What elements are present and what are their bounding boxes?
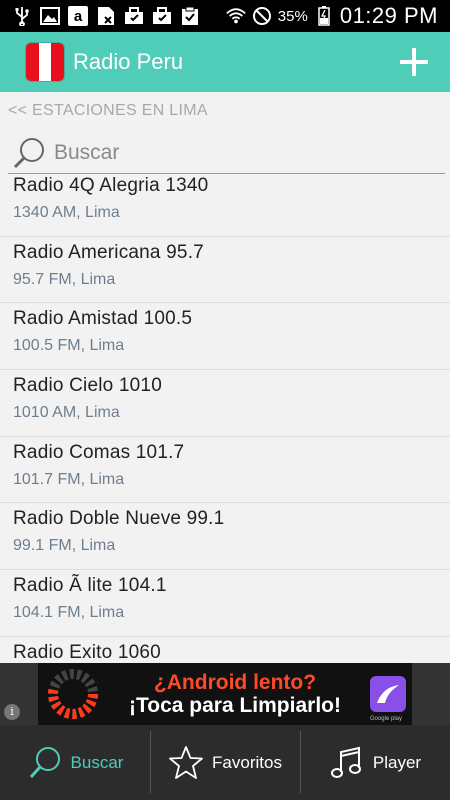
- music-note-icon: [330, 746, 361, 778]
- clock: 01:29 PM: [339, 3, 438, 28]
- station-row[interactable]: Radio Amistad 100.5 100.5 FM, Lima: [0, 303, 450, 371]
- briefcase-icon: [124, 6, 144, 26]
- ad-bar: i ¿Android lento? ¡Toca para Limpiarlo! …: [0, 663, 450, 725]
- station-name: Radio Exito 1060: [13, 641, 161, 663]
- station-name: Radio Amistad 100.5: [13, 308, 193, 330]
- station-detail: 99.1 FM, Lima: [13, 537, 116, 555]
- station-row[interactable]: Radio Doble Nueve 99.1 99.1 FM, Lima: [0, 503, 450, 571]
- station-detail: 1340 AM, Lima: [13, 204, 120, 221]
- station-detail: 100.5 FM, Lima: [13, 337, 125, 355]
- tab-label: Buscar: [70, 752, 124, 772]
- briefcase-icon: [152, 6, 172, 26]
- clipboard-check-icon: [180, 6, 200, 26]
- add-button[interactable]: [400, 48, 428, 76]
- tab-buscar[interactable]: Buscar: [0, 725, 150, 800]
- star-icon: [169, 745, 203, 779]
- breadcrumb-back-link[interactable]: << ESTACIONES EN LIMA: [8, 102, 208, 120]
- tab-favoritos[interactable]: Favoritos: [150, 725, 300, 800]
- cleaner-ring-icon: [48, 669, 98, 719]
- station-detail: 95.7 FM, Lima: [13, 270, 116, 288]
- station-detail: 101.7 FM, Lima: [13, 470, 125, 488]
- image-icon: [40, 6, 60, 26]
- bottom-nav: Buscar Favoritos Player: [0, 725, 450, 800]
- station-name: Radio Cielo 1010: [13, 375, 162, 397]
- battery-icon: [314, 6, 334, 26]
- tab-label: Favoritos: [212, 752, 282, 772]
- app-logo-icon: [370, 676, 406, 712]
- station-name: Radio Comas 101.7: [13, 441, 185, 463]
- svg-text:a: a: [74, 8, 83, 25]
- station-list[interactable]: Radio 4Q Alegria 1340 1340 AM, Lima Radi…: [0, 174, 450, 663]
- wifi-icon: [226, 6, 246, 26]
- search-icon: [29, 746, 60, 778]
- search-bar: [8, 132, 445, 174]
- station-name: Radio Americana 95.7: [13, 241, 204, 263]
- usb-icon: [12, 6, 32, 26]
- station-row[interactable]: Radio Cielo 1010 1010 AM, Lima: [0, 370, 450, 437]
- status-bar: a 35% 01:29 PM: [0, 0, 450, 32]
- app-bar: Radio Peru: [0, 32, 450, 92]
- station-name: Radio Ã lite 104.1: [13, 575, 167, 597]
- no-entry-icon: [252, 6, 272, 26]
- station-row[interactable]: Radio Americana 95.7 95.7 FM, Lima: [0, 237, 450, 304]
- tab-player[interactable]: Player: [300, 725, 450, 800]
- google-play-badge: Google play: [369, 716, 402, 722]
- note-icon: [96, 6, 116, 26]
- ad-headline: ¿Android lento?: [153, 670, 317, 694]
- station-row[interactable]: Radio Exito 1060: [0, 637, 450, 663]
- station-detail: 1010 AM, Lima: [13, 404, 120, 422]
- search-input[interactable]: [54, 140, 414, 165]
- amazon-icon: a: [68, 6, 88, 26]
- station-row[interactable]: Radio 4Q Alegria 1340 1340 AM, Lima: [0, 174, 450, 237]
- search-icon: [13, 137, 44, 168]
- peru-flag-icon: [25, 42, 65, 82]
- battery-percent: 35%: [277, 7, 308, 25]
- station-name: Radio Doble Nueve 99.1: [13, 508, 225, 530]
- ad-subheadline: ¡Toca para Limpiarlo!: [129, 694, 341, 717]
- station-row[interactable]: Radio Comas 101.7 101.7 FM, Lima: [0, 437, 450, 504]
- ad-banner[interactable]: ¿Android lento? ¡Toca para Limpiarlo! Go…: [38, 663, 412, 725]
- station-name: Radio 4Q Alegria 1340: [13, 175, 209, 196]
- station-detail: 104.1 FM, Lima: [13, 604, 125, 622]
- app-title: Radio Peru: [73, 49, 184, 74]
- station-row[interactable]: Radio Ã lite 104.1 104.1 FM, Lima: [0, 570, 450, 637]
- ad-info-icon[interactable]: i: [4, 704, 20, 720]
- tab-label: Player: [372, 752, 422, 772]
